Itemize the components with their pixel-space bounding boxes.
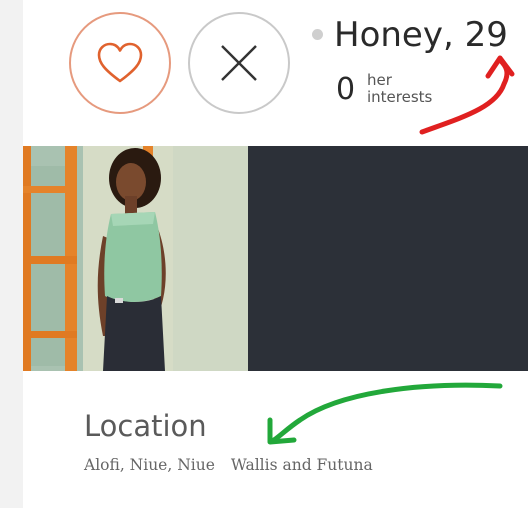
close-icon <box>221 45 257 81</box>
profile-photo-image <box>23 146 248 371</box>
location-primary: Alofi, Niue, Niue <box>84 456 215 474</box>
photo-panel <box>248 146 528 371</box>
location-values: Alofi, Niue, Niue Wallis and Futuna <box>84 455 389 475</box>
online-status-dot <box>312 29 323 40</box>
location-heading: Location <box>84 409 207 443</box>
like-button[interactable] <box>69 12 171 114</box>
profile-photo[interactable] <box>23 146 248 371</box>
left-edge-strip <box>0 0 23 508</box>
green-annotation-arrow <box>271 382 503 443</box>
interests-count: 0 <box>336 72 356 107</box>
location-secondary: Wallis and Futuna <box>230 456 373 474</box>
dismiss-button[interactable] <box>188 12 290 114</box>
interests-label: her interests <box>367 71 433 106</box>
profile-name-age: Honey, 29 <box>334 15 508 55</box>
heart-icon <box>97 42 143 83</box>
